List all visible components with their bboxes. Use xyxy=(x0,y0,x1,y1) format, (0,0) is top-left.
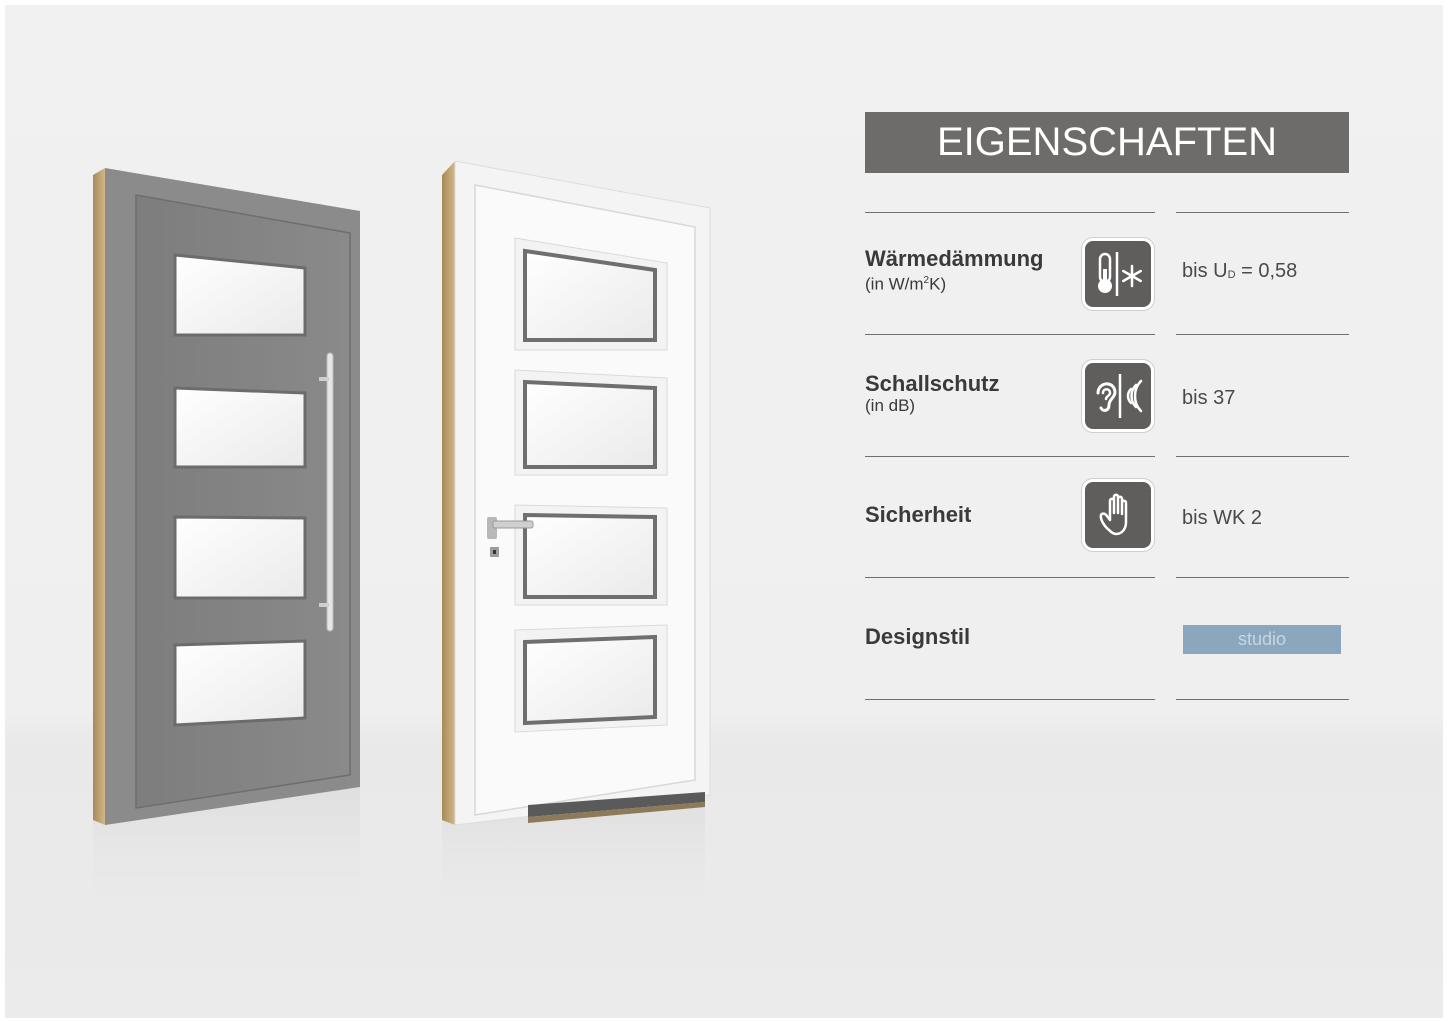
divider xyxy=(1176,577,1349,578)
property-value-security: bis WK 2 xyxy=(1182,507,1263,529)
property-label-insulation: Wärmedämmung (in W/m2K) xyxy=(865,247,1043,295)
divider xyxy=(1176,334,1349,335)
divider xyxy=(865,212,1155,213)
divider xyxy=(1176,212,1349,213)
property-label-design: Designstil xyxy=(865,625,970,649)
divider xyxy=(1176,699,1349,700)
divider xyxy=(865,699,1155,700)
property-label-security: Sicherheit xyxy=(865,503,971,527)
divider xyxy=(865,334,1155,335)
property-value-sound: bis 37 xyxy=(1182,387,1236,409)
page: EIGENSCHAFTEN Wärmedämmung (in W/m2K) bi… xyxy=(5,5,1443,1018)
white-door xyxy=(442,160,711,935)
property-unit: (in dB) xyxy=(865,396,916,415)
property-name: Wärmedämmung xyxy=(865,246,1044,271)
divider xyxy=(1176,456,1349,457)
thermometer-snowflake-icon xyxy=(1085,241,1151,307)
doors-illustration xyxy=(93,160,711,935)
property-label-sound: Schallschutz (in dB) xyxy=(865,372,999,416)
property-value-insulation: bis UD = 0,58 xyxy=(1182,260,1298,282)
property-unit: (in W/m2K) xyxy=(865,274,947,294)
property-name: Designstil xyxy=(865,624,971,649)
divider xyxy=(865,577,1155,578)
section-title: EIGENSCHAFTEN xyxy=(865,112,1349,173)
grey-door xyxy=(93,168,360,935)
ear-soundwave-icon xyxy=(1085,363,1151,429)
property-name: Schallschutz xyxy=(865,371,1000,396)
divider xyxy=(865,456,1155,457)
property-name: Sicherheit xyxy=(865,502,972,527)
hand-stop-icon xyxy=(1085,482,1151,548)
design-style-badge: studio xyxy=(1183,625,1341,654)
